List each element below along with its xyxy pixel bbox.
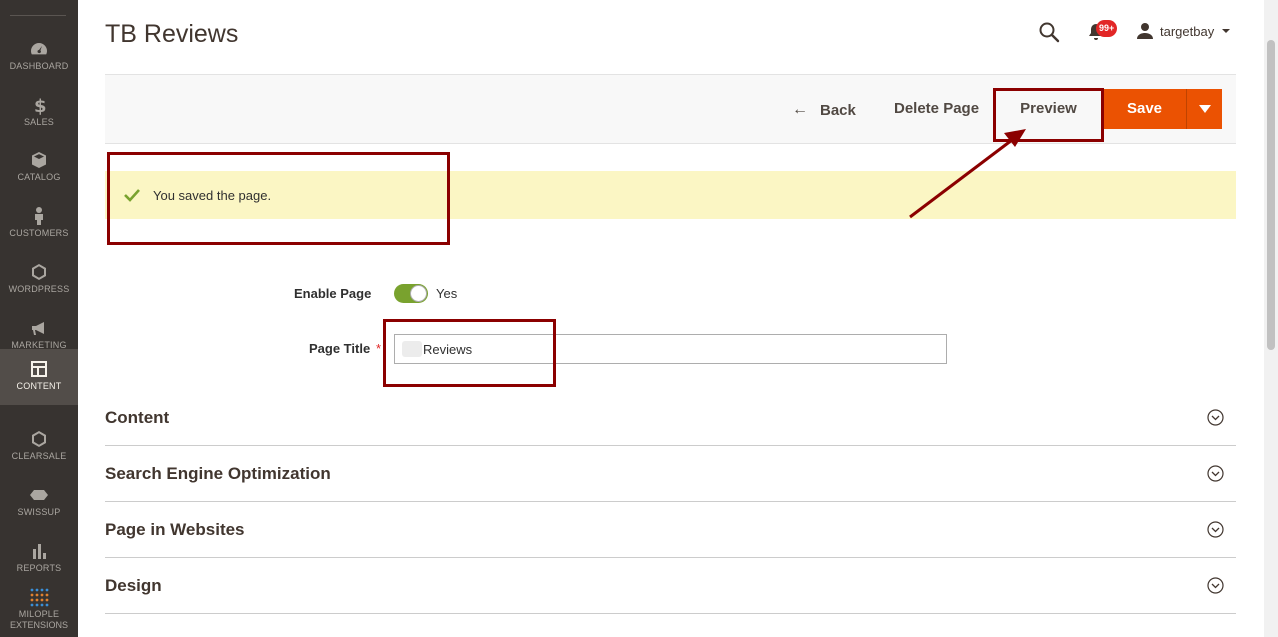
- layout-icon: [29, 359, 49, 379]
- notifications-badge[interactable]: 99+: [1096, 20, 1118, 37]
- page-title: TB Reviews: [105, 20, 239, 48]
- nav-clearsale[interactable]: CLEARSALE: [0, 419, 78, 475]
- user-menu[interactable]: targetbay: [1136, 21, 1231, 41]
- toggle-knob: [410, 285, 427, 302]
- hexagon-icon: [29, 262, 49, 282]
- search-icon[interactable]: [1038, 21, 1060, 43]
- dollar-icon: $: [29, 95, 49, 117]
- save-button[interactable]: Save: [1103, 89, 1186, 129]
- megaphone-icon: [29, 318, 49, 338]
- scrollbar-thumb[interactable]: [1267, 40, 1275, 350]
- delete-page-button[interactable]: Delete Page: [894, 100, 979, 117]
- person-icon: [29, 206, 49, 226]
- nav-wordpress-label: WORDPRESS: [8, 284, 70, 294]
- svg-text:$: $: [34, 96, 47, 115]
- nav-customers[interactable]: CUSTOMERS: [0, 196, 78, 252]
- nav-catalog[interactable]: CATALOG: [0, 140, 78, 196]
- back-button[interactable]: ← Back: [792, 100, 856, 120]
- annotation-box-title: [383, 319, 556, 387]
- back-label: Back: [820, 101, 856, 119]
- section-search-engine-optimization[interactable]: Search Engine Optimization: [105, 446, 1236, 502]
- nav-content-label: CONTENT: [16, 381, 62, 391]
- section-title: Design: [105, 576, 162, 595]
- box-icon: [29, 150, 49, 170]
- page-title-label: Page Title: [309, 341, 371, 356]
- enable-page-toggle[interactable]: [394, 284, 428, 303]
- enable-page-value: Yes: [436, 286, 458, 301]
- nav-reports-label: REPORTS: [16, 563, 62, 573]
- enable-page-label: Enable Page: [294, 286, 372, 301]
- annotation-box-message: [107, 152, 450, 245]
- annotation-box-preview: [993, 88, 1104, 142]
- chevron-down-circle-icon: [1207, 465, 1224, 482]
- save-options-toggle[interactable]: [1186, 89, 1222, 129]
- nav-customers-label: CUSTOMERS: [9, 228, 69, 238]
- section-design[interactable]: Design: [105, 558, 1236, 614]
- nav-sales-label: SALES: [23, 117, 55, 127]
- nav-swissup-label: SWISSUP: [17, 507, 61, 517]
- section-title: Page in Websites: [105, 520, 245, 539]
- chevron-down-circle-icon: [1207, 409, 1224, 426]
- dashboard-icon: [29, 39, 49, 59]
- chevron-down-icon: [1222, 29, 1231, 33]
- caret-down-icon: [1199, 105, 1211, 113]
- nav-dashboard-label: DASHBOARD: [9, 61, 69, 71]
- nav-clearsale-label: CLEARSALE: [11, 451, 67, 461]
- user-name: targetbay: [1160, 23, 1215, 39]
- swissup-icon: [29, 485, 49, 505]
- page-scrollbar[interactable]: [1264, 0, 1278, 637]
- nav-sales[interactable]: $ SALES: [0, 85, 78, 141]
- grid-dots-icon: [29, 587, 49, 607]
- nav-swissup[interactable]: SWISSUP: [0, 475, 78, 531]
- nav-milople-extensions[interactable]: MILOPLE EXTENSIONS: [0, 577, 78, 637]
- logo-divider: [10, 15, 66, 16]
- chevron-down-circle-icon: [1207, 521, 1224, 538]
- section-title: Content: [105, 408, 170, 427]
- nav-catalog-label: CATALOG: [17, 172, 61, 182]
- chevron-down-circle-icon: [1207, 577, 1224, 594]
- required-asterisk: *: [376, 341, 382, 356]
- nav-content[interactable]: CONTENT: [0, 349, 78, 405]
- admin-sidebar: DASHBOARD $ SALES CATALOG CUSTOMERS WORD…: [0, 0, 78, 637]
- nav-dashboard[interactable]: DASHBOARD: [0, 29, 78, 85]
- hexagon-icon: [29, 429, 49, 449]
- nav-milople-label-2: EXTENSIONS: [9, 620, 68, 630]
- section-content[interactable]: Content: [105, 390, 1236, 446]
- section-title: Search Engine Optimization: [105, 464, 331, 483]
- bar-chart-icon: [29, 541, 49, 561]
- user-icon: [1137, 23, 1153, 39]
- section-page-in-websites[interactable]: Page in Websites: [105, 502, 1236, 558]
- nav-milople-label-1: MILOPLE: [18, 609, 60, 619]
- nav-wordpress[interactable]: WORDPRESS: [0, 252, 78, 308]
- arrow-left-icon: ←: [792, 101, 808, 118]
